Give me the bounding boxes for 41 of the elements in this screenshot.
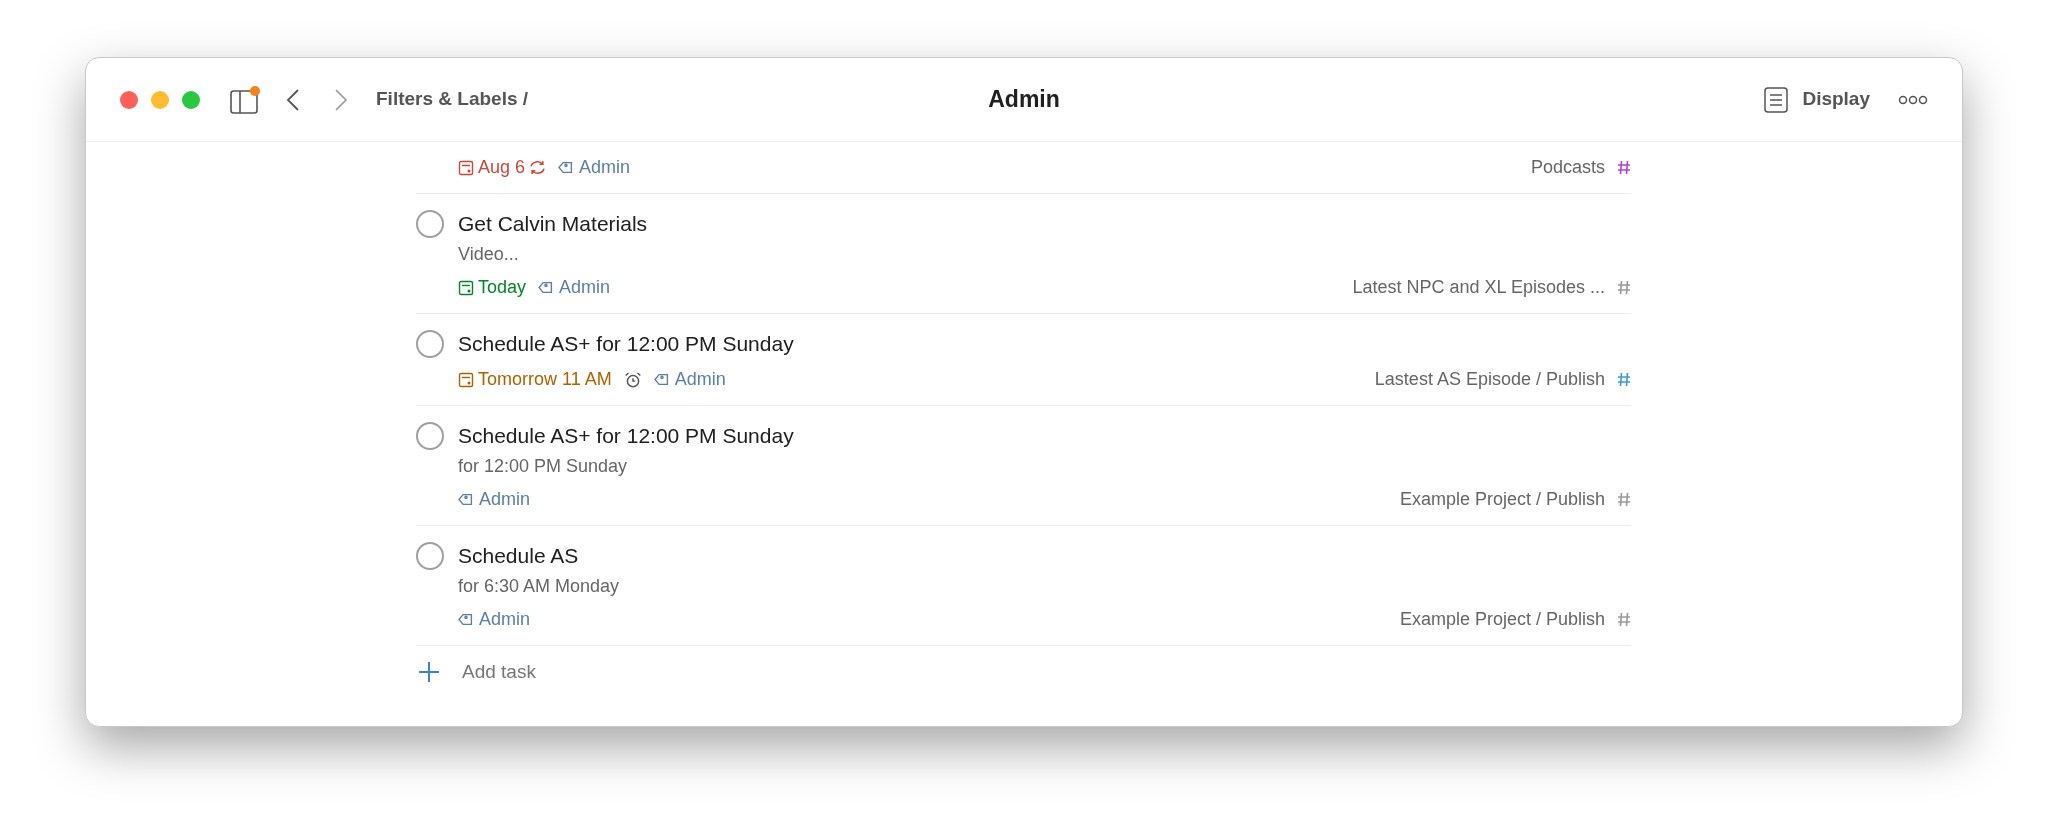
calendar-icon — [458, 371, 474, 388]
task-title[interactable]: Schedule AS+ for 12:00 PM Sunday — [458, 330, 1631, 358]
due-date: Tomorrow 11 AM — [478, 368, 612, 391]
project-name[interactable]: Lastest AS Episode / Publish — [1374, 366, 1605, 393]
project-name[interactable]: Podcasts — [1530, 154, 1605, 181]
calendar-icon — [458, 159, 474, 176]
due-date: Today — [478, 276, 527, 299]
tag-icon — [458, 611, 475, 628]
label-tag[interactable]: Admin — [674, 366, 726, 393]
task-checkbox[interactable] — [416, 330, 444, 358]
plus-icon — [418, 661, 440, 684]
task-title[interactable]: Schedule AS — [458, 542, 1631, 570]
close-button[interactable] — [120, 90, 138, 109]
list-icon — [1764, 86, 1789, 113]
due-date: Aug 6 — [478, 156, 526, 179]
zoom-button[interactable] — [182, 90, 200, 109]
display-button[interactable]: Display — [1764, 85, 1870, 114]
label-tag[interactable]: Admin — [479, 486, 531, 513]
sidebar-toggle-icon[interactable] — [230, 85, 260, 114]
project-name[interactable]: Latest NPC and XL Episodes ... — [1352, 274, 1605, 301]
label-tag[interactable]: Admin — [479, 606, 531, 633]
task-checkbox[interactable] — [416, 422, 444, 450]
project-name[interactable]: Example Project / Publish — [1399, 486, 1605, 513]
page-title: Admin — [988, 85, 1060, 115]
task-description: for 6:30 AM Monday — [458, 575, 621, 598]
label-tag[interactable]: Admin — [559, 274, 611, 301]
breadcrumb[interactable]: Filters & Labels / — [376, 85, 529, 114]
task-checkbox[interactable] — [416, 210, 444, 238]
tag-icon — [653, 371, 671, 388]
label-tag[interactable]: Admin — [579, 154, 631, 181]
task-description: for 12:00 PM Sunday — [458, 455, 629, 478]
project-name[interactable]: Example Project / Publish — [1399, 606, 1605, 633]
minimize-button[interactable] — [151, 90, 169, 109]
add-task-button[interactable]: Add task — [416, 646, 1631, 687]
tag-icon — [458, 491, 475, 508]
task-title[interactable]: Get Calvin Materials — [458, 210, 1631, 238]
task-checkbox[interactable] — [416, 542, 444, 570]
task-description: Video... — [458, 243, 520, 266]
calendar-icon — [458, 279, 474, 296]
more-icon[interactable] — [1898, 94, 1928, 105]
task-title[interactable]: Schedule AS+ for 12:00 PM Sunday — [458, 422, 1631, 450]
